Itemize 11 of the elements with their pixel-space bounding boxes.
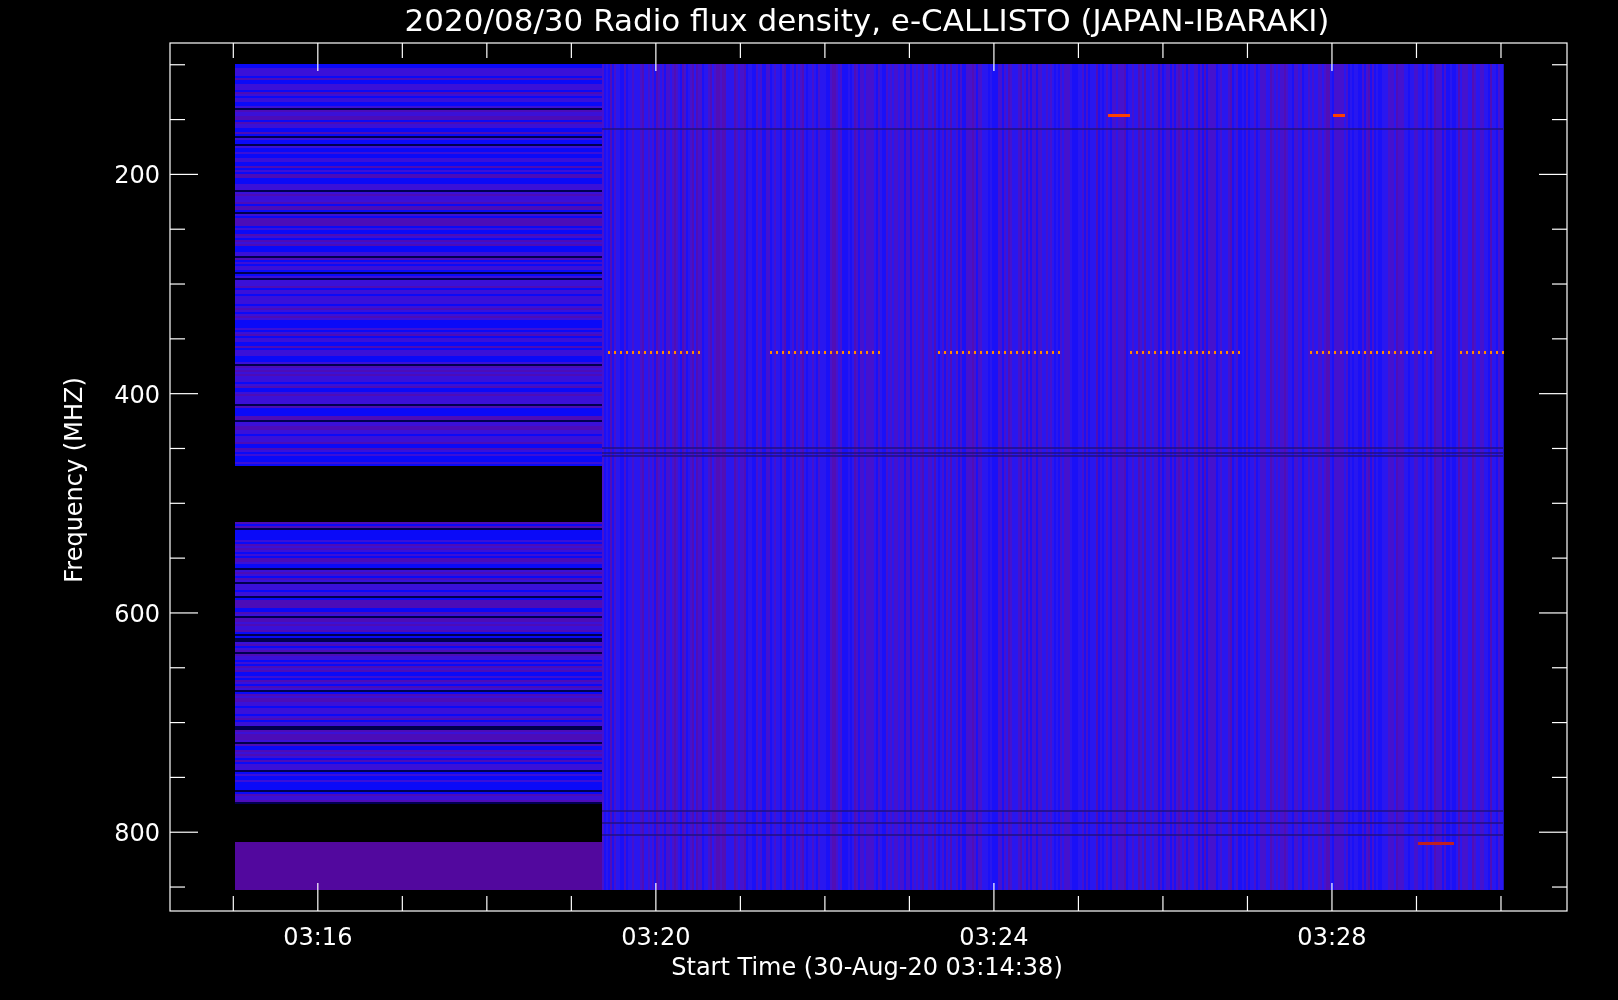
y-tick-label: 600 [114, 599, 160, 628]
y-axis-label: Frequency (MHZ) [60, 377, 88, 583]
x-tick-label: 03:28 [1297, 923, 1367, 951]
x-tick-label: 03:24 [959, 923, 1029, 951]
x-tick-label: 03:20 [621, 923, 691, 951]
y-tick-label: 200 [114, 161, 160, 190]
y-tick-label: 800 [114, 819, 160, 848]
y-tick-label: 400 [114, 380, 160, 409]
x-tick-label: 03:16 [283, 923, 353, 951]
chart-title: 2020/08/30 Radio flux density, e-CALLISTO (JAPAN-IBARAKI) [404, 2, 1330, 38]
x-axis-label: Start Time (30-Aug-20 03:14:38) [671, 953, 1063, 981]
